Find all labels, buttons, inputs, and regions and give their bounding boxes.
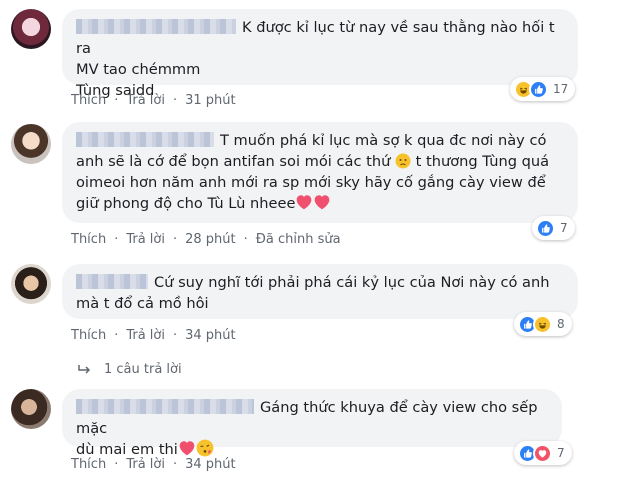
like-link[interactable]: Thích	[71, 232, 106, 247]
like-link[interactable]: Thích	[71, 457, 106, 472]
reaction-summary[interactable]: 17	[510, 77, 576, 101]
timestamp[interactable]: 34 phút	[185, 328, 236, 343]
heart-emoji-icon	[313, 193, 331, 211]
comment-actions: Thích · Trả lời · 34 phút	[71, 456, 236, 472]
avatar[interactable]	[11, 389, 51, 429]
author-name[interactable]	[76, 399, 254, 414]
comment-text-line: Cứ suy nghĩ tới phải phá cái kỷ lục của …	[154, 274, 550, 291]
like-link[interactable]: Thích	[71, 93, 106, 108]
timestamp[interactable]: 28 phút	[185, 232, 236, 247]
reaction-summary[interactable]: 7	[514, 441, 572, 465]
comment-text-line: t thương Tùng quá	[415, 153, 550, 170]
like-icon	[529, 79, 548, 99]
reply-arrow-icon	[78, 364, 91, 374]
replies-count-label: 1 câu trả lời	[104, 362, 182, 377]
sad-emoji-icon	[395, 153, 411, 169]
reaction-summary[interactable]: 8	[514, 312, 572, 336]
comment-bubble: Cứ suy nghĩ tới phải phá cái kỷ lục của …	[62, 264, 578, 319]
haha-icon	[533, 314, 552, 334]
timestamp[interactable]: 31 phút	[185, 93, 236, 108]
comment-1: K được kỉ lục từ nay về sau thằng nào hố…	[0, 0, 618, 115]
comment-bubble: Gáng thức khuya để cày view cho sếp mặc …	[62, 389, 562, 458]
reply-link[interactable]: Trả lời	[126, 93, 165, 108]
comment-text-line: anh sẽ là cớ để bọn antifan soi mói các …	[76, 153, 391, 170]
reaction-count: 17	[553, 82, 569, 96]
reply-link[interactable]: Trả lời	[126, 232, 165, 247]
comment-4: Gáng thức khuya để cày view cho sếp mặc …	[0, 385, 618, 492]
reply-link[interactable]: Trả lời	[126, 328, 165, 343]
comment-bubble: T muốn phá kỉ lục mà sợ k qua đc nơi này…	[62, 122, 578, 223]
author-name[interactable]	[76, 132, 214, 147]
comment-actions: Thích · Trả lời · 31 phút	[71, 92, 236, 108]
author-name[interactable]	[76, 19, 236, 34]
comment-text-line: MV tao chémmm	[76, 61, 201, 78]
comment-bubble: K được kỉ lục từ nay về sau thằng nào hố…	[62, 9, 578, 99]
like-link[interactable]: Thích	[71, 328, 106, 343]
timestamp[interactable]: 34 phút	[185, 457, 236, 472]
avatar[interactable]	[11, 124, 51, 164]
reaction-count: 8	[557, 317, 565, 331]
love-icon	[533, 443, 552, 463]
reaction-count: 7	[557, 446, 565, 460]
avatar[interactable]	[11, 9, 51, 49]
comment-text-line: giữ phong độ cho Tù Lù nheee	[76, 195, 296, 212]
view-replies-link[interactable]: 1 câu trả lời	[78, 362, 182, 377]
comment-text-line: T muốn phá kỉ lục mà sợ k qua đc nơi này…	[220, 132, 547, 149]
avatar[interactable]	[11, 264, 51, 304]
comment-2: T muốn phá kỉ lục mà sợ k qua đc nơi này…	[0, 115, 618, 260]
comment-text-line: oimeoi hơn năm anh mới ra sp mới sky hãy…	[76, 174, 546, 191]
reaction-summary[interactable]: 7	[532, 216, 575, 240]
reaction-count: 7	[560, 221, 568, 235]
edited-label[interactable]: Đã chỉnh sửa	[256, 232, 341, 247]
heart-emoji-icon	[295, 193, 313, 211]
comment-actions: Thích · Trả lời · 34 phút	[71, 327, 236, 343]
comment-text-line: mà t đổ cả mồ hôi	[76, 295, 209, 312]
reply-link[interactable]: Trả lời	[126, 457, 165, 472]
comment-actions: Thích · Trả lời · 28 phút · Đã chỉnh sửa	[71, 231, 341, 247]
like-icon	[536, 218, 555, 238]
author-name[interactable]	[76, 274, 148, 289]
